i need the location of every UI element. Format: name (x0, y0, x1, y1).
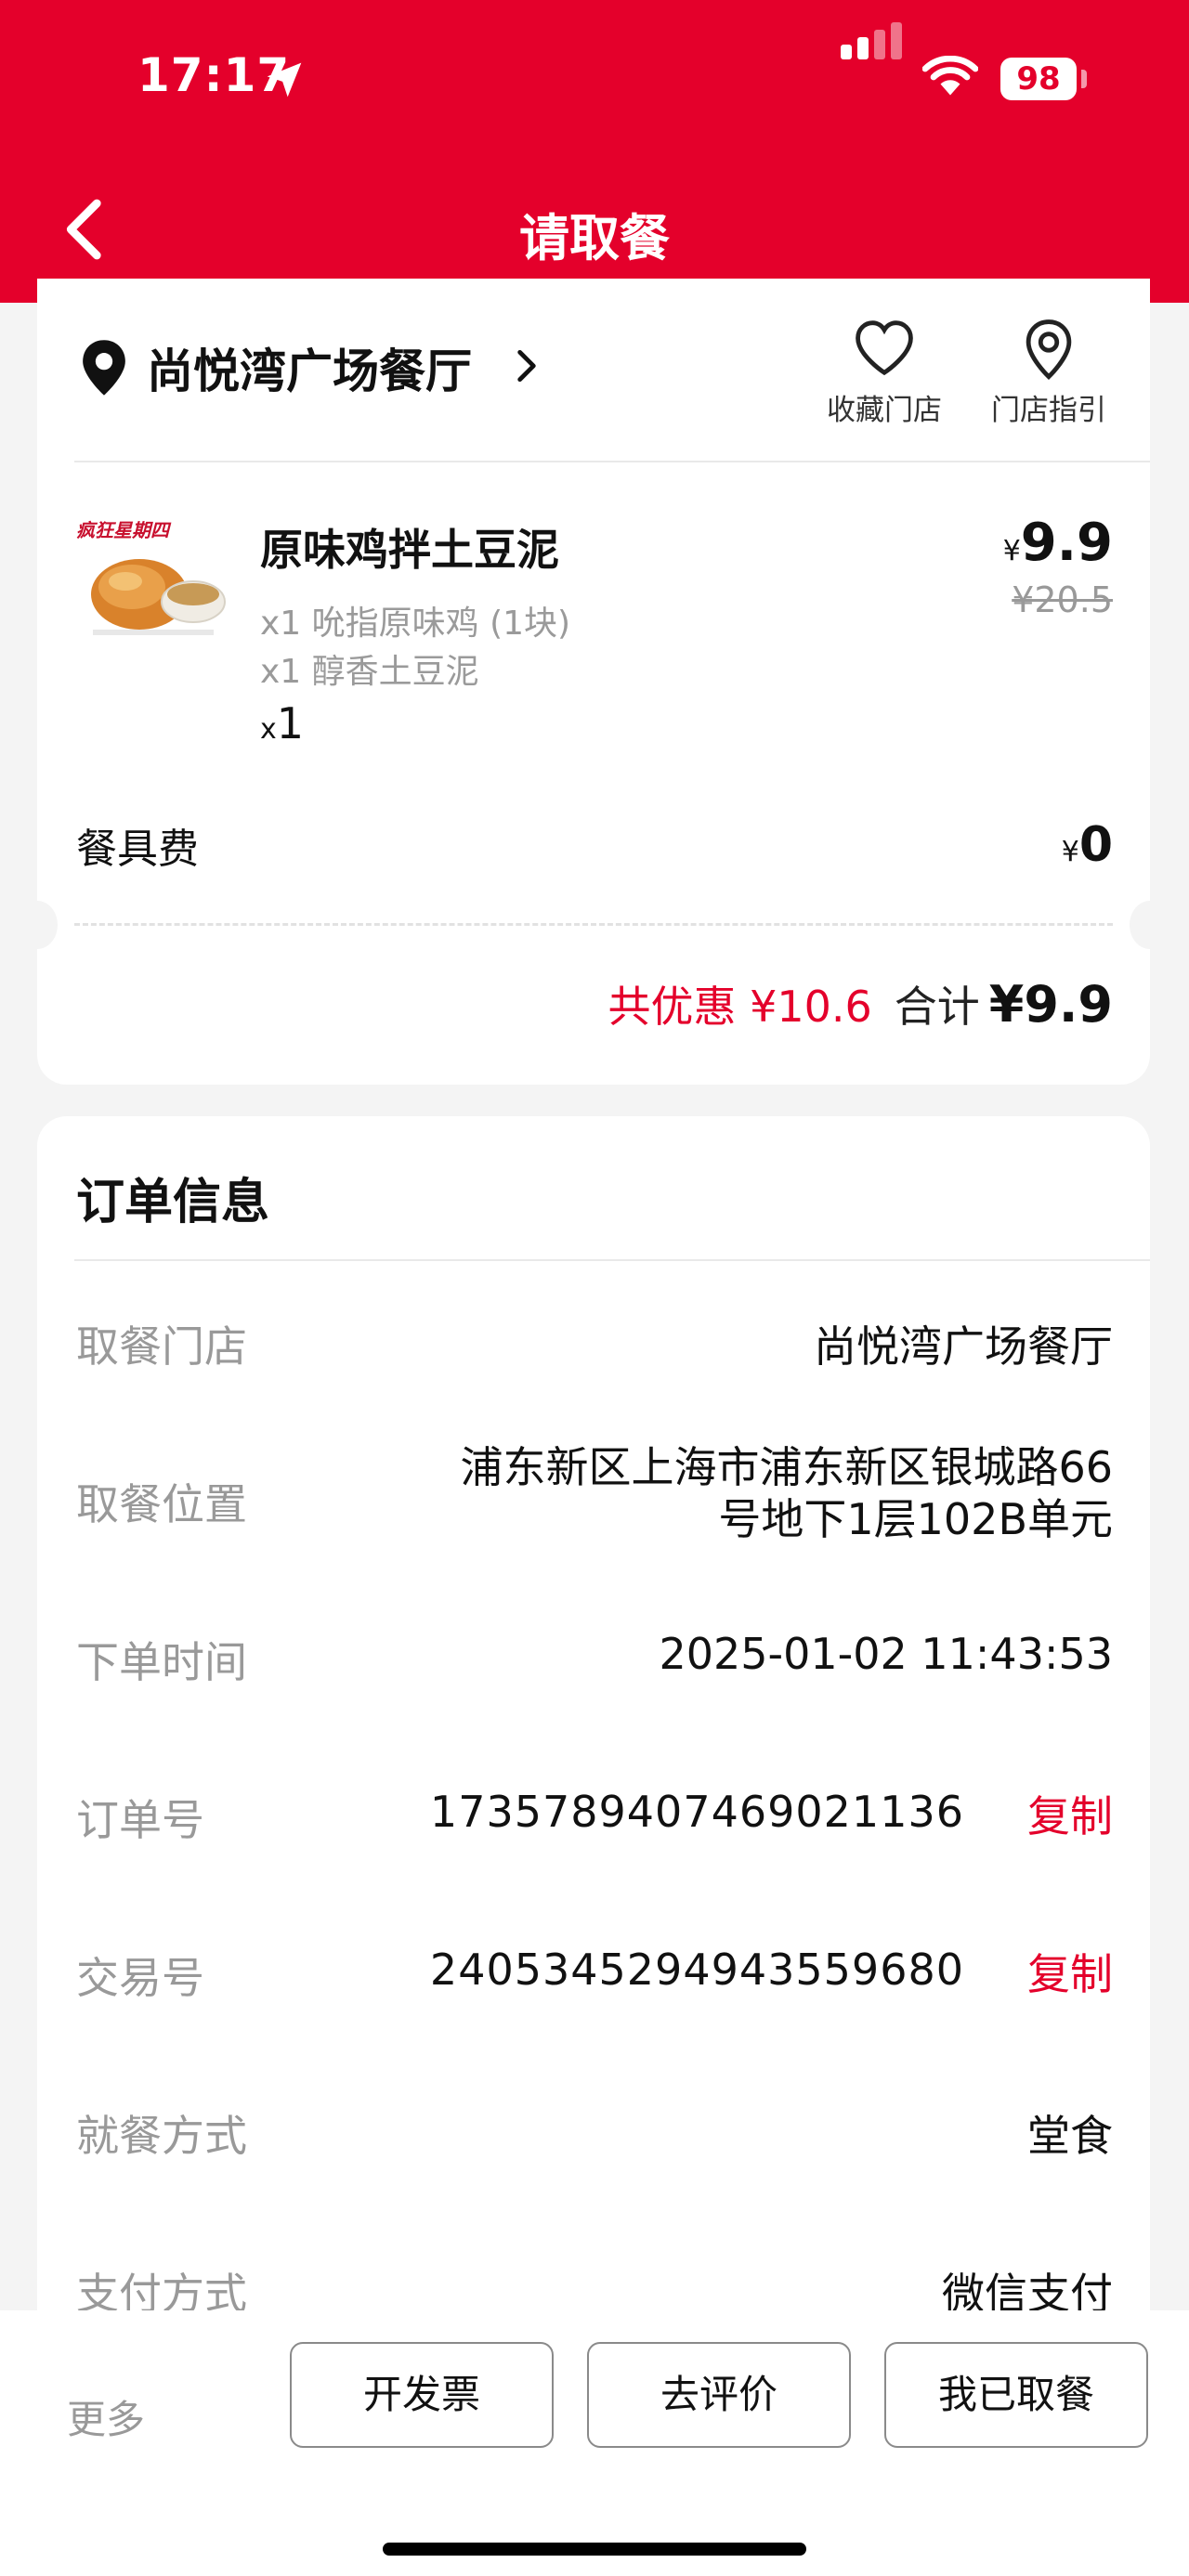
order-info-card: 订单信息 取餐门店 尚悦湾广场餐厅 取餐位置 浦东新区上海市浦东新区银城路66 … (37, 1116, 1150, 2323)
item-component: x1 醇香土豆泥 (260, 653, 479, 691)
location-arrow-icon (267, 62, 302, 98)
item-name: 原味鸡拌土豆泥 (260, 525, 559, 575)
pickup-store-value: 尚悦湾广场餐厅 (814, 1321, 1113, 1372)
pickup-store-label: 取餐门店 (76, 1321, 247, 1372)
favorite-store-label: 收藏门店 (827, 394, 942, 427)
order-number-value: 1735789407469021136 (429, 1787, 964, 1837)
discount-amount: 共优惠 ¥10.6 (608, 982, 872, 1032)
battery-indicator: 98 (1000, 58, 1077, 100)
item-original-price: ¥20.5 (1012, 579, 1113, 620)
more-button[interactable]: 更多 (67, 2388, 145, 2445)
ticket-notch (17, 901, 58, 949)
copy-order-number-button[interactable]: 复制 (1027, 1783, 1113, 1844)
bottom-action-bar: 更多 开发票 去评价 我已取餐 (0, 2310, 1189, 2576)
map-pin-icon (83, 340, 125, 396)
heart-icon (856, 320, 913, 376)
currency-symbol: ¥ (1002, 535, 1021, 567)
order-total-summary: 共优惠 ¥10.6 合计 ¥9.9 (608, 973, 1113, 1034)
item-component: x1 吮指原味鸡 (1块) (260, 605, 571, 643)
header-bar: 17:17 98 请取餐 (0, 0, 1189, 303)
tableware-fee-label: 餐具费 (76, 826, 199, 873)
store-guide-button[interactable]: 门店指引 (979, 316, 1118, 427)
pickup-location-label: 取餐位置 (76, 1479, 247, 1529)
dashed-divider (74, 923, 1113, 926)
tableware-fee-value: 0 (1078, 817, 1113, 873)
wifi-icon (922, 56, 978, 96)
item-price: ¥9.9 (1003, 513, 1113, 573)
dining-mode-label: 就餐方式 (76, 2111, 247, 2161)
divider (74, 1259, 1150, 1261)
review-button[interactable]: 去评价 (587, 2342, 851, 2448)
dining-mode-value: 堂食 (1027, 2111, 1113, 2161)
location-pin-icon (1026, 319, 1072, 380)
order-time-label: 下单时间 (76, 1637, 247, 1687)
copy-transaction-number-button[interactable]: 复制 (1027, 1941, 1113, 2002)
product-image: 疯狂星期四 (74, 513, 232, 643)
qty-prefix: x (260, 713, 277, 746)
order-number-label: 订单号 (76, 1795, 204, 1845)
ticket-notch (1130, 901, 1170, 949)
currency-symbol: ¥ (1061, 836, 1079, 868)
total-amount: ¥9.9 (988, 975, 1113, 1034)
favorite-store-button[interactable]: 收藏门店 (819, 316, 949, 427)
divider (74, 461, 1150, 462)
item-price-value: 9.9 (1020, 513, 1113, 573)
total-label: 合计 (894, 982, 980, 1032)
order-summary-card: 尚悦湾广场餐厅 收藏门店 门店指引 疯狂星期四 原味鸡拌土豆泥 x1 吮指原味鸡… (17, 279, 1170, 1085)
svg-text:疯狂星期四: 疯狂星期四 (76, 519, 172, 541)
transaction-number-value: 2405345294943559680 (429, 1945, 964, 1995)
transaction-number-label: 交易号 (76, 1953, 204, 2003)
pickup-location-line1: 浦东新区上海市浦东新区银城路66 (460, 1442, 1113, 1492)
invoice-button[interactable]: 开发票 (290, 2342, 554, 2448)
page-title: 请取餐 (519, 209, 670, 267)
qty-value: 1 (276, 698, 305, 748)
store-guide-label: 门店指引 (991, 394, 1106, 427)
chevron-right-icon[interactable] (515, 345, 539, 386)
battery-tip (1081, 70, 1087, 88)
order-time-value: 2025-01-02 11:43:53 (659, 1629, 1113, 1679)
section-title: 订单信息 (76, 1175, 270, 1230)
picked-up-button[interactable]: 我已取餐 (884, 2342, 1148, 2448)
tableware-fee: ¥0 (1062, 817, 1113, 873)
pickup-location-line2: 号地下1层102B单元 (718, 1494, 1113, 1544)
item-quantity: x1 (260, 698, 304, 748)
home-indicator (383, 2543, 806, 2556)
store-name[interactable]: 尚悦湾广场餐厅 (147, 334, 472, 401)
